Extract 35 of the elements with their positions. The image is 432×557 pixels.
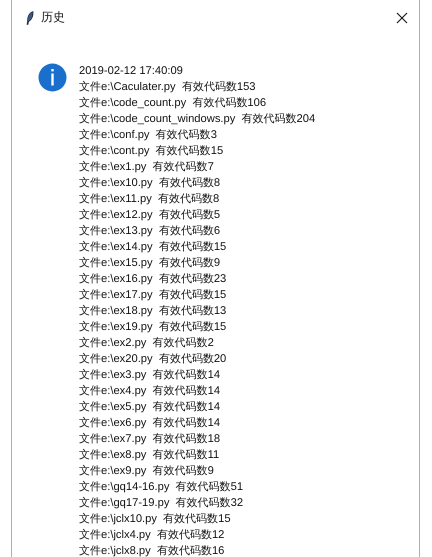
message-line: 文件e:\code_count.py 有效代码数106 <box>79 96 268 111</box>
message-line: 文件e:\ex3.py 有效代码数14 <box>79 368 222 383</box>
message-line: 2019-02-12 17:40:09 <box>79 64 184 79</box>
message-line: 文件e:\ex17.py 有效代码数15 <box>79 288 228 303</box>
close-icon <box>396 12 408 24</box>
message-line: 文件e:\ex15.py 有效代码数9 <box>79 256 222 271</box>
message-line: 文件e:\jclx4.py 有效代码数12 <box>79 528 226 543</box>
message-line: 文件e:\jclx10.py 有效代码数15 <box>79 512 232 527</box>
message-line: 文件e:\ex1.py 有效代码数7 <box>79 160 215 175</box>
message-line: 文件e:\gq17-19.py 有效代码数32 <box>79 496 244 511</box>
message-line: 文件e:\ex18.py 有效代码数13 <box>79 304 228 319</box>
message-line: 文件e:\ex12.py 有效代码数5 <box>79 208 222 223</box>
message-line: 文件e:\cont.py 有效代码数15 <box>79 144 224 159</box>
message-line: 文件e:\ex19.py 有效代码数15 <box>79 320 228 335</box>
message-line: 文件e:\Caculater.py 有效代码数153 <box>79 80 257 95</box>
message-line: 文件e:\ex7.py 有效代码数18 <box>79 432 222 447</box>
message-line: 文件e:\ex20.py 有效代码数20 <box>79 352 228 367</box>
info-icon <box>38 63 67 92</box>
message-line: 文件e:\ex16.py 有效代码数23 <box>79 272 228 287</box>
message-line: 文件e:\ex8.py 有效代码数11 <box>79 448 220 463</box>
message-line: 文件e:\ex10.py 有效代码数8 <box>79 176 222 191</box>
window-title: 历史 <box>41 9 65 26</box>
message-line: 文件e:\jclx8.py 有效代码数16 <box>79 544 226 557</box>
message-line: 文件e:\ex5.py 有效代码数14 <box>79 400 222 415</box>
message-line: 文件e:\code_count_windows.py 有效代码数204 <box>79 112 316 127</box>
message-line: 文件e:\ex14.py 有效代码数15 <box>79 240 228 255</box>
message-line: 文件e:\gq14-16.py 有效代码数51 <box>79 480 244 495</box>
message-line: 文件e:\ex6.py 有效代码数14 <box>79 416 222 431</box>
message-line: 文件e:\conf.py 有效代码数3 <box>79 128 218 143</box>
message-line: 文件e:\ex9.py 有效代码数9 <box>79 464 215 479</box>
message-line: 文件e:\ex2.py 有效代码数2 <box>79 336 215 351</box>
message-line: 文件e:\ex11.py 有效代码数8 <box>79 192 220 207</box>
feather-icon <box>26 10 34 24</box>
message-line: 文件e:\ex13.py 有效代码数6 <box>79 224 222 239</box>
message-line: 文件e:\ex4.py 有效代码数14 <box>79 384 222 399</box>
